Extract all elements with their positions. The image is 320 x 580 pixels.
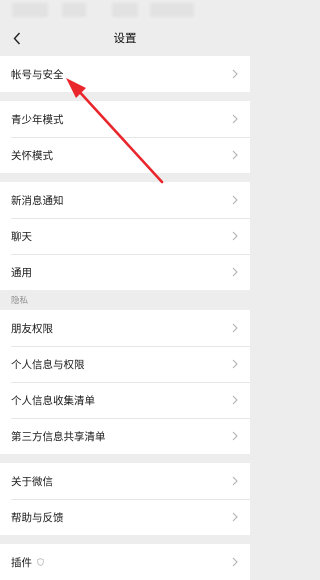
section-header-privacy: 隐私: [11, 296, 29, 306]
settings-item-friend-permissions[interactable]: 朋友权限: [0, 310, 250, 346]
settings-item-plugins[interactable]: 插件: [0, 544, 250, 580]
blurred-status-content: [112, 3, 138, 17]
settings-item-label: 个人信息与权限: [11, 358, 85, 371]
settings-item-label: 青少年模式: [11, 113, 64, 126]
settings-group-about: 关于微信 帮助与反馈: [0, 463, 250, 535]
settings-group-privacy: 朋友权限 个人信息与权限 个人信息收集清单 第三方信息共享清单: [0, 310, 250, 454]
settings-item-label-text: 插件: [11, 556, 32, 569]
status-bar: [0, 0, 250, 20]
blurred-status-content: [150, 3, 194, 17]
settings-item-help-feedback[interactable]: 帮助与反馈: [0, 499, 250, 535]
shield-icon: [37, 558, 44, 566]
settings-item-label: 聊天: [11, 230, 32, 243]
settings-item-care-mode[interactable]: 关怀模式: [0, 137, 250, 173]
chevron-right-icon: [232, 511, 240, 523]
settings-item-notifications[interactable]: 新消息通知: [0, 182, 250, 218]
settings-item-about-wechat[interactable]: 关于微信: [0, 463, 250, 499]
settings-item-label: 关怀模式: [11, 149, 53, 162]
chevron-right-icon: [232, 322, 240, 334]
chevron-right-icon: [232, 113, 240, 125]
chevron-right-icon: [232, 230, 240, 242]
settings-item-label: 帮助与反馈: [11, 511, 64, 524]
chevron-right-icon: [232, 149, 240, 161]
settings-item-account-security[interactable]: 帐号与安全: [0, 56, 250, 92]
page-title: 设置: [113, 31, 137, 45]
settings-item-label: 第三方信息共享清单: [11, 430, 106, 443]
settings-item-teen-mode[interactable]: 青少年模式: [0, 101, 250, 137]
blurred-status-content: [62, 3, 86, 17]
settings-item-label: 插件: [11, 555, 232, 570]
settings-item-label: 通用: [11, 266, 32, 279]
chevron-right-icon: [232, 194, 240, 206]
settings-item-label: 朋友权限: [11, 322, 53, 335]
chevron-right-icon: [232, 358, 240, 370]
back-button[interactable]: [6, 26, 28, 50]
settings-group-plugins: 插件: [0, 544, 250, 580]
chevron-right-icon: [232, 430, 240, 442]
chevron-right-icon: [232, 266, 240, 278]
settings-item-general[interactable]: 通用: [0, 254, 250, 290]
settings-item-chat[interactable]: 聊天: [0, 218, 250, 254]
settings-group-modes: 青少年模式 关怀模式: [0, 101, 250, 173]
blurred-status-content: [12, 3, 48, 17]
nav-bar: 设置: [0, 20, 250, 56]
settings-item-personal-info-permissions[interactable]: 个人信息与权限: [0, 346, 250, 382]
settings-item-label: 个人信息收集清单: [11, 394, 95, 407]
chevron-left-icon: [13, 32, 21, 44]
settings-item-personal-info-collection[interactable]: 个人信息收集清单: [0, 382, 250, 418]
settings-group-account: 帐号与安全: [0, 56, 250, 92]
settings-item-third-party-sharing[interactable]: 第三方信息共享清单: [0, 418, 250, 454]
settings-group-general: 新消息通知 聊天 通用: [0, 182, 250, 290]
chevron-right-icon: [232, 556, 240, 568]
chevron-right-icon: [232, 475, 240, 487]
settings-item-label: 帐号与安全: [11, 68, 64, 81]
chevron-right-icon: [232, 394, 240, 406]
chevron-right-icon: [232, 68, 240, 80]
settings-item-label: 新消息通知: [11, 194, 64, 207]
settings-item-label: 关于微信: [11, 475, 53, 488]
